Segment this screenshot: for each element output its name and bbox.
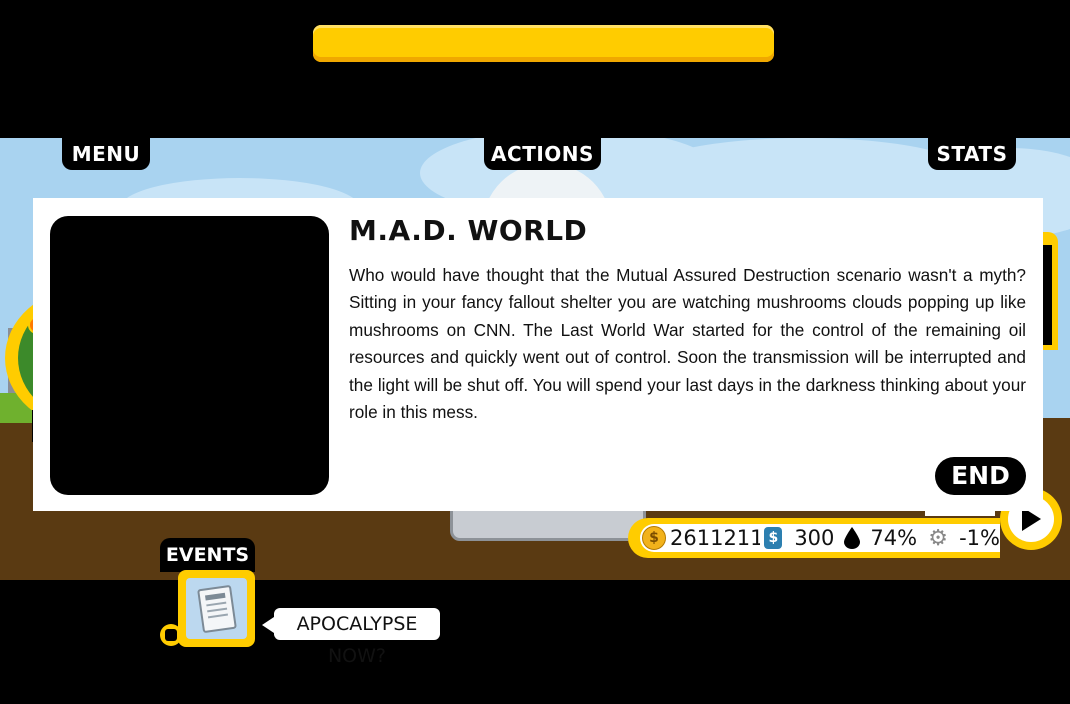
dialog-title: M.A.D. WORLD	[349, 214, 588, 247]
gear-icon: ⚙	[928, 525, 948, 551]
events-tab[interactable]: EVENTS	[160, 538, 255, 572]
growth-value: -1%	[959, 526, 1000, 550]
event-image	[50, 216, 329, 495]
end-button[interactable]: END	[935, 457, 1026, 495]
barrel-icon: $	[764, 527, 783, 549]
newspaper-icon[interactable]	[186, 578, 247, 639]
oil-value: 300	[794, 526, 835, 550]
coin-icon: $	[642, 526, 666, 550]
top-progress-bar	[313, 25, 774, 62]
tab-actions[interactable]: ACTIONS	[484, 138, 601, 170]
tab-menu[interactable]: MENU	[62, 138, 150, 170]
tab-stats[interactable]: STATS	[928, 138, 1016, 170]
minimize-icon	[165, 629, 177, 641]
callout-arrow	[262, 617, 274, 633]
resource-readout: $ 2611211 $ 300 74% ⚙ -1%	[640, 524, 1000, 552]
money-value: 2611211	[670, 526, 761, 550]
dialog-body: Who would have thought that the Mutual A…	[349, 265, 1026, 423]
drop-icon	[844, 527, 861, 549]
pollution-value: 74%	[870, 526, 918, 550]
event-label[interactable]: APOCALYPSE NOW?	[274, 608, 440, 667]
